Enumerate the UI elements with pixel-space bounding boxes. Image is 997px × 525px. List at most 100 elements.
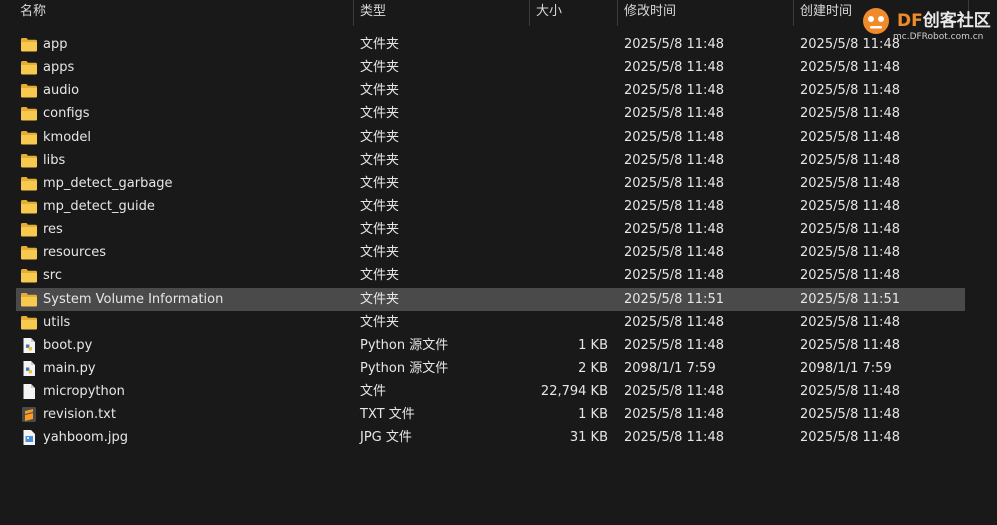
file-name: apps (43, 60, 75, 76)
file-row[interactable]: configs 文件夹 2025/5/8 11:48 2025/5/8 11:48 (0, 102, 997, 125)
file-size (520, 126, 608, 149)
file-type: 文件夹 (360, 60, 400, 76)
file-size (520, 149, 608, 172)
file-name: libs (43, 152, 66, 168)
file-name: app (43, 37, 68, 52)
file-created: 2025/5/8 11:48 (800, 60, 900, 76)
watermark-brand: DF创客社区 (897, 6, 991, 31)
file-size: 1 KB (578, 407, 608, 423)
file-row[interactable]: apps 文件夹 2025/5/8 11:48 2025/5/8 11:48 (0, 56, 997, 79)
watermark-brand-suffix: 创客社区 (922, 11, 991, 31)
file-name: revision.txt (43, 407, 116, 423)
file-type: 文件夹 (360, 106, 400, 122)
file-type: 文件夹 (360, 83, 400, 99)
file-row[interactable]: micropython 文件 22,794 KB 2025/5/8 11:48 2025… (0, 380, 997, 403)
file-modified: 2025/5/8 11:48 (624, 314, 724, 330)
column-header-created[interactable]: 创建时间 (800, 0, 852, 26)
file-size (520, 195, 608, 218)
file-name: micropython (43, 384, 125, 400)
folder-icon (20, 36, 38, 53)
file-modified: 2025/5/8 11:48 (624, 245, 724, 261)
file-size (520, 56, 608, 79)
file-modified: 2025/5/8 11:48 (624, 268, 724, 284)
file-row[interactable]: revision.txt TXT 文件 1 KB 2025/5/8 11:48 2025… (0, 403, 997, 426)
file-row[interactable]: utils 文件夹 2025/5/8 11:48 2025/5/8 11:48 (0, 311, 997, 334)
column-divider[interactable] (529, 0, 530, 26)
file-row[interactable]: yahboom.jpg JPG 文件 31 KB 2025/5/8 11:48 2025… (0, 426, 997, 449)
file-row[interactable]: resources 文件夹 2025/5/8 11:48 2025/5/8 11:48 (0, 241, 997, 264)
file-row[interactable]: app 文件夹 2025/5/8 11:48 2025/5/8 11:48 (0, 33, 997, 56)
sublime-text-file-icon (20, 406, 38, 423)
file-row[interactable]: boot.py Python 源文件 1 KB 2025/5/8 11:48 2025/… (0, 334, 997, 357)
file-size (520, 79, 608, 102)
file-row[interactable]: kmodel 文件夹 2025/5/8 11:48 2025/5/8 11:48 (0, 126, 997, 149)
file-modified: 2025/5/8 11:48 (624, 407, 724, 423)
file-row[interactable]: mp_detect_guide 文件夹 2025/5/8 11:48 2025/5/8… (0, 195, 997, 218)
file-modified: 2025/5/8 11:48 (624, 106, 724, 122)
folder-icon (20, 129, 38, 146)
file-name: configs (43, 106, 90, 122)
file-modified: 2025/5/8 11:48 (624, 222, 724, 238)
file-row[interactable]: System Volume Information 文件夹 2025/5/8 11:… (0, 287, 997, 311)
file-created: 2025/5/8 11:48 (800, 198, 900, 214)
file-modified: 2025/5/8 11:48 (624, 384, 724, 400)
file-row[interactable]: res 文件夹 2025/5/8 11:48 2025/5/8 11:48 (0, 218, 997, 241)
file-row[interactable]: audio 文件夹 2025/5/8 11:48 2025/5/8 11:48 (0, 79, 997, 102)
file-size (520, 264, 608, 287)
file-modified: 2025/5/8 11:48 (624, 37, 724, 52)
file-row[interactable]: mp_detect_garbage 文件夹 2025/5/8 11:48 2025/5… (0, 172, 997, 195)
python-file-icon (20, 360, 38, 377)
file-type: 文件夹 (360, 198, 400, 214)
watermark: DF创客社区 mc.DFRobot.com.cn (857, 0, 997, 48)
folder-icon (20, 314, 38, 331)
file-name: main.py (43, 360, 96, 376)
file-name: src (43, 268, 62, 284)
column-divider[interactable] (353, 0, 354, 26)
file-size: 22,794 KB (540, 384, 608, 400)
file-name: System Volume Information (43, 291, 224, 307)
file-type: 文件夹 (360, 129, 400, 145)
file-type: 文件 (360, 384, 387, 400)
folder-icon (20, 244, 38, 261)
folder-icon (20, 82, 38, 99)
file-modified: 2025/5/8 11:48 (624, 430, 724, 446)
watermark-url: mc.DFRobot.com.cn (893, 32, 984, 42)
file-size (520, 241, 608, 264)
file-created: 2098/1/1 7:59 (800, 360, 892, 376)
folder-icon (20, 152, 38, 169)
watermark-brand-prefix: DF (897, 11, 923, 31)
file-list: app 文件夹 2025/5/8 11:48 2025/5/8 11:48 apps 文件… (0, 33, 997, 450)
file-created: 2025/5/8 11:48 (800, 430, 900, 446)
file-created: 2025/5/8 11:48 (800, 384, 900, 400)
file-modified: 2025/5/8 11:48 (624, 152, 724, 168)
folder-icon (20, 221, 38, 238)
folder-icon (20, 59, 38, 76)
file-created: 2025/5/8 11:48 (800, 268, 900, 284)
file-type: 文件夹 (360, 291, 400, 307)
column-divider[interactable] (793, 0, 794, 26)
image-file-icon (20, 429, 38, 446)
file-type: TXT 文件 (360, 407, 415, 423)
file-created: 2025/5/8 11:48 (800, 152, 900, 168)
column-divider[interactable] (617, 0, 618, 26)
folder-icon (20, 175, 38, 192)
file-size: 2 KB (578, 360, 608, 376)
file-size (520, 102, 608, 125)
dfrobot-logo-icon (863, 8, 889, 34)
file-name: audio (43, 83, 80, 99)
file-created: 2025/5/8 11:48 (800, 129, 900, 145)
column-header-size[interactable]: 大小 (536, 0, 562, 26)
column-header-name[interactable]: 名称 (20, 0, 46, 26)
file-size (520, 288, 608, 311)
file-row[interactable]: src 文件夹 2025/5/8 11:48 2025/5/8 11:48 (0, 264, 997, 287)
file-created: 2025/5/8 11:48 (800, 337, 900, 353)
file-created: 2025/5/8 11:48 (800, 83, 900, 99)
file-modified: 2025/5/8 11:48 (624, 175, 724, 191)
column-header-type[interactable]: 类型 (360, 0, 386, 26)
file-row[interactable]: main.py Python 源文件 2 KB 2098/1/1 7:59 2098/1… (0, 357, 997, 380)
file-modified: 2025/5/8 11:48 (624, 60, 724, 76)
file-row[interactable]: libs 文件夹 2025/5/8 11:48 2025/5/8 11:48 (0, 149, 997, 172)
file-created: 2025/5/8 11:48 (800, 222, 900, 238)
column-header-modified[interactable]: 修改时间 (624, 0, 676, 26)
column-header-bar: 名称 类型 大小 修改时间 创建时间 (0, 0, 997, 26)
